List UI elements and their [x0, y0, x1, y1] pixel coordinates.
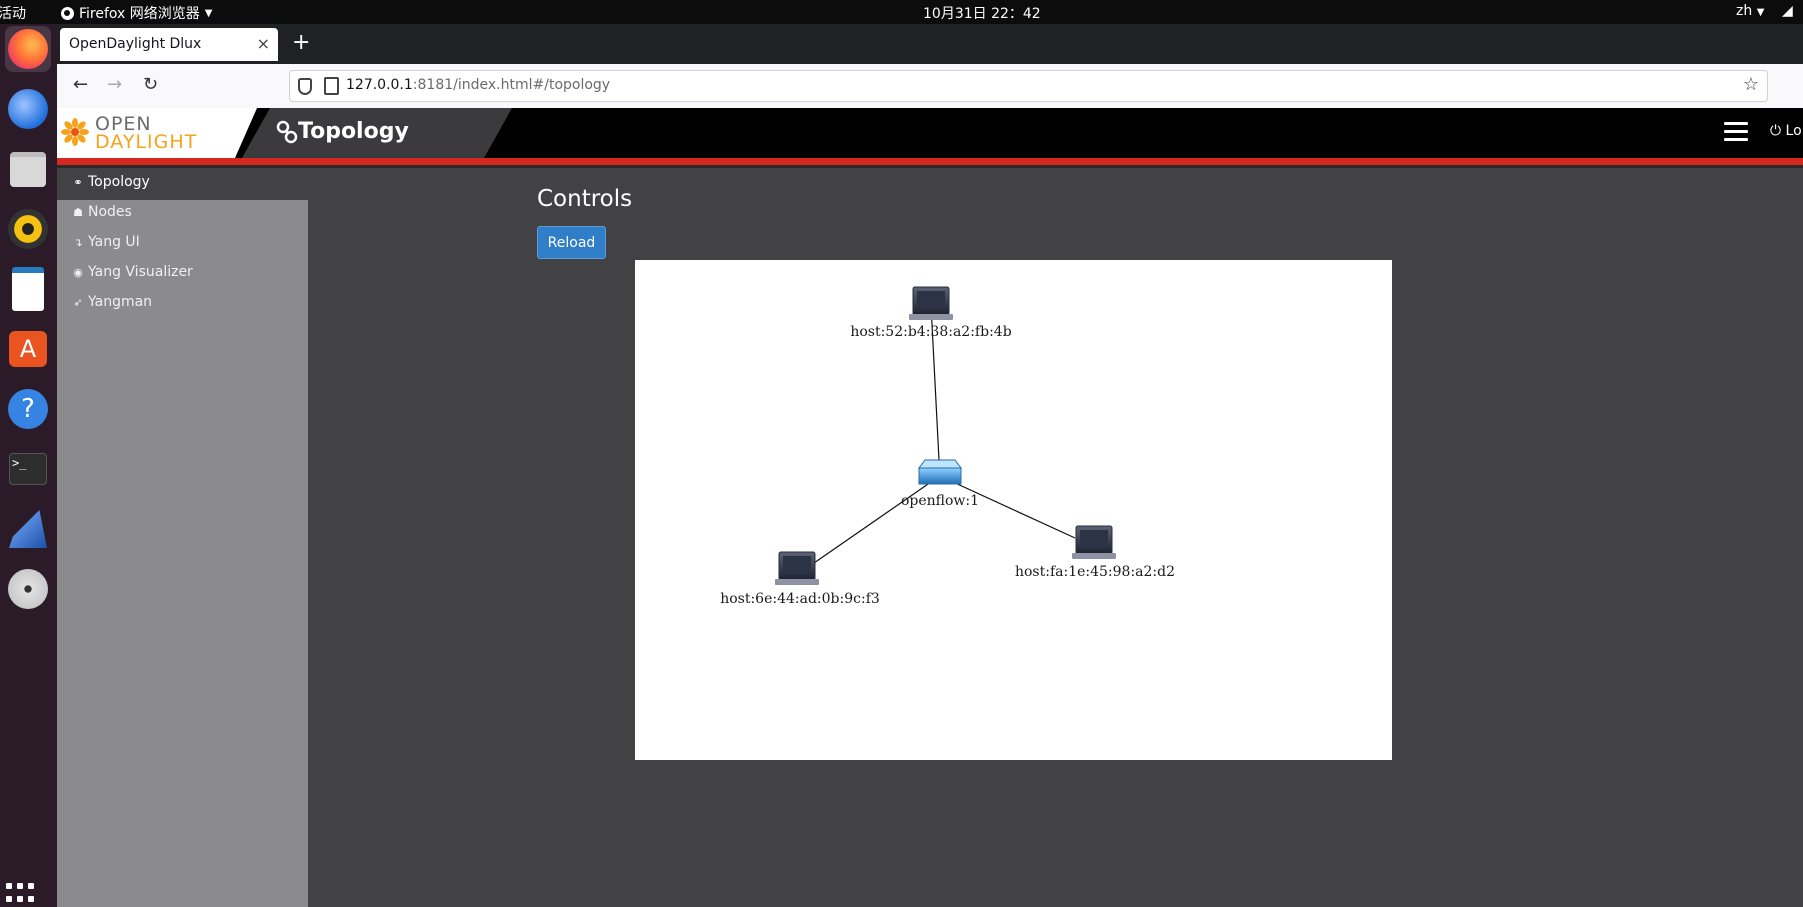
- sidebar-item-label: Nodes: [88, 204, 132, 220]
- document-icon: [12, 267, 44, 311]
- new-tab-button[interactable]: +: [292, 30, 310, 55]
- sidebar-item-yang-ui[interactable]: ↴ Yang UI: [72, 234, 140, 250]
- logout-button[interactable]: ⏻ Lo: [1770, 123, 1802, 139]
- topology-node-host[interactable]: host:52:b4:38:a2:fb:4b: [850, 286, 1012, 340]
- url-path: :8181/index.html#/topology: [412, 77, 611, 93]
- activities-button[interactable]: 活动: [0, 3, 26, 23]
- dock-thunderbird[interactable]: [5, 86, 51, 132]
- sidebar-item-topology[interactable]: ⚭ Topology: [72, 174, 150, 190]
- topology-canvas[interactable]: host:52:b4:38:a2:fb:4b openflow:1 host:6…: [635, 260, 1392, 760]
- folder-icon: [10, 151, 46, 187]
- dock-terminal[interactable]: >_: [5, 446, 51, 492]
- dock-help[interactable]: ?: [5, 386, 51, 432]
- level-down-icon: ↴: [73, 235, 83, 249]
- thunderbird-icon: [8, 89, 48, 129]
- logout-label: Lo: [1785, 123, 1802, 139]
- firefox-icon: [61, 6, 74, 20]
- shark-fin-icon: [9, 510, 47, 548]
- flower-icon: [61, 118, 89, 146]
- shield-icon[interactable]: [298, 78, 312, 95]
- show-apps-icon[interactable]: [6, 883, 40, 903]
- disc-icon: [8, 569, 48, 609]
- tab-title: OpenDaylight Dlux: [69, 36, 202, 52]
- node-label: host:fa:1e:45:98:a2:d2: [1015, 564, 1175, 580]
- close-icon[interactable]: ×: [257, 34, 270, 53]
- page-icon[interactable]: [324, 77, 339, 95]
- forward-icon[interactable]: →: [107, 74, 122, 95]
- reload-button[interactable]: Reload: [537, 226, 606, 259]
- reload-icon[interactable]: ↻: [143, 74, 158, 95]
- dock-firefox[interactable]: [5, 26, 51, 72]
- clock[interactable]: 10月31日 22：42: [923, 3, 1041, 23]
- opendaylight-logo[interactable]: OPEN DAYLIGHT: [57, 108, 257, 158]
- dock-writer[interactable]: [5, 266, 51, 312]
- eye-icon: ◉: [73, 265, 83, 279]
- dock-rhythmbox[interactable]: [5, 206, 51, 252]
- topology-node-host[interactable]: host:6e:44:ad:0b:9c:f3: [720, 551, 880, 607]
- chevron-down-icon: ▼: [204, 7, 213, 19]
- odl-header: OPEN DAYLIGHT Topology ⏻ Lo: [57, 108, 1803, 158]
- dock-software[interactable]: A: [5, 326, 51, 372]
- node-label: host:6e:44:ad:0b:9c:f3: [720, 591, 880, 607]
- topology-node-switch[interactable]: openflow:1: [901, 459, 979, 509]
- chevron-down-icon: ▼: [1756, 7, 1765, 18]
- navigation-toolbar: ← → ↻ 127.0.0.1:8181/index.html#/topolog…: [57, 64, 1803, 109]
- link-icon: [276, 120, 298, 144]
- power-icon: ⏻: [1770, 123, 1782, 139]
- dock-dvd[interactable]: [5, 566, 51, 612]
- topology-link[interactable]: [952, 481, 1076, 539]
- firefox-icon: [8, 29, 48, 69]
- topology-graph[interactable]: host:52:b4:38:a2:fb:4b openflow:1 host:6…: [635, 260, 1392, 760]
- tab-opendaylight[interactable]: OpenDaylight Dlux ×: [60, 28, 278, 61]
- back-icon[interactable]: ←: [73, 74, 88, 95]
- topology-node-host[interactable]: host:fa:1e:45:98:a2:d2: [1015, 525, 1175, 580]
- sidebar-item-label: Yang UI: [88, 234, 140, 250]
- sidebar-item-label: Yangman: [88, 294, 153, 310]
- terminal-icon: >_: [9, 453, 47, 485]
- sidebar-item-label: Yang Visualizer: [88, 264, 193, 280]
- sidebar-item-yangman[interactable]: ➶ Yangman: [72, 294, 152, 310]
- app-menu[interactable]: Firefox 网络浏览器 ▼: [61, 3, 213, 23]
- dock: A ? >_: [0, 24, 57, 907]
- node-label: openflow:1: [901, 493, 979, 509]
- dock-wireshark[interactable]: [5, 506, 51, 552]
- sidebar-item-label: Topology: [88, 174, 150, 190]
- sidebar-item-yang-visualizer[interactable]: ◉ Yang Visualizer: [72, 264, 193, 280]
- dock-files[interactable]: [5, 146, 51, 192]
- bookmark-star-icon[interactable]: ☆: [1743, 74, 1759, 95]
- hamburger-menu-icon[interactable]: [1724, 122, 1748, 146]
- app-menu-label: Firefox 网络浏览器: [79, 6, 200, 22]
- sidebar-item-nodes[interactable]: ☗ Nodes: [72, 204, 132, 220]
- language-indicator[interactable]: zh ▼: [1736, 3, 1764, 19]
- help-icon: ?: [8, 389, 48, 429]
- header-accent-bar: [57, 158, 1803, 165]
- logo-text-daylight: DAYLIGHT: [95, 131, 198, 153]
- page-title: Controls: [537, 186, 633, 212]
- system-top-bar: 活动 Firefox 网络浏览器 ▼ 10月31日 22：42 zh ▼ ◢: [0, 0, 1803, 24]
- header-tab-topology[interactable]: Topology: [242, 108, 512, 158]
- tab-strip: OpenDaylight Dlux × +: [57, 24, 1803, 64]
- url-host: 127.0.0.1: [346, 77, 413, 93]
- network-icon[interactable]: ◢: [1782, 3, 1793, 19]
- speaker-icon: [8, 209, 48, 249]
- sidebar: ⚭ Topology ☗ Nodes ↴ Yang UI ◉ Yang Visu…: [57, 168, 308, 907]
- node-label: host:52:b4:38:a2:fb:4b: [850, 324, 1011, 340]
- url-text[interactable]: 127.0.0.1:8181/index.html#/topology: [346, 77, 610, 93]
- sitemap-icon: ☗: [73, 205, 83, 219]
- header-divider: [57, 165, 1803, 168]
- url-bar[interactable]: 127.0.0.1:8181/index.html#/topology ☆: [289, 70, 1768, 102]
- rocket-icon: ➶: [73, 295, 83, 309]
- link-icon: ⚭: [73, 175, 83, 189]
- language-label: zh: [1736, 3, 1753, 19]
- switch-icon: [918, 459, 962, 469]
- header-tab-label: Topology: [298, 119, 409, 144]
- app-store-icon: A: [9, 331, 47, 367]
